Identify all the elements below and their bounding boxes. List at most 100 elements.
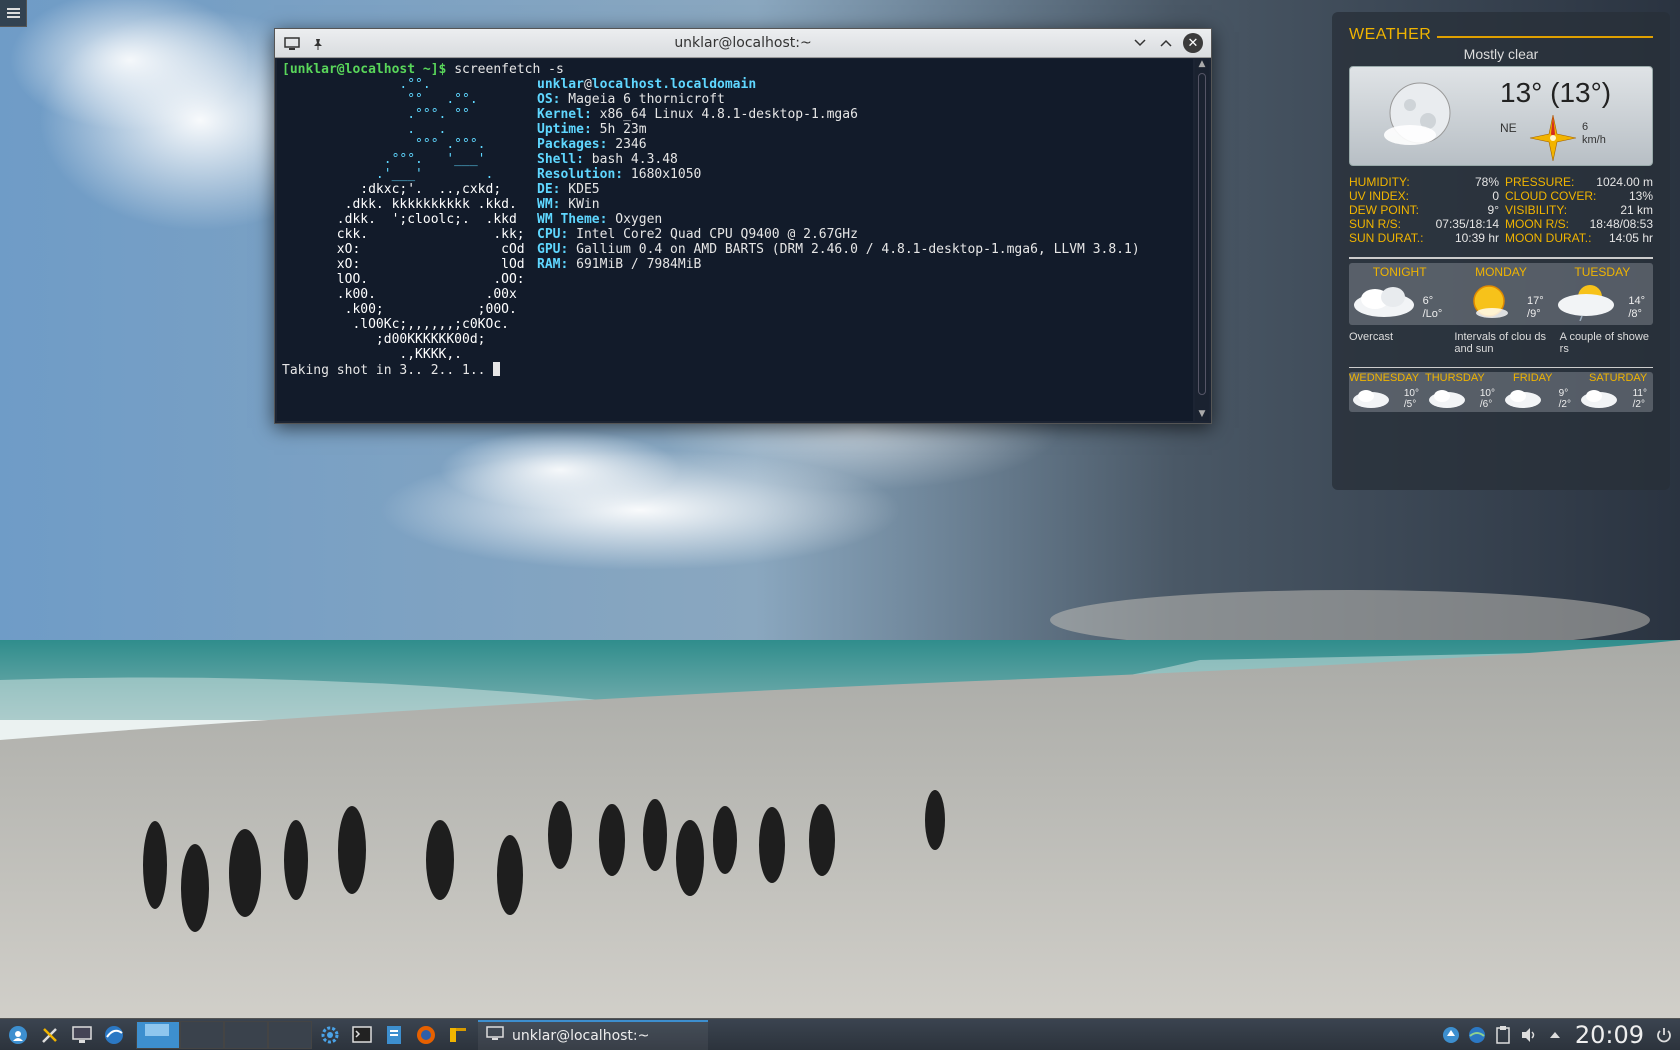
info-label: OS: bbox=[537, 92, 561, 107]
file-manager-icon[interactable] bbox=[380, 1021, 408, 1049]
cloud-icon bbox=[1579, 386, 1619, 415]
detail-row: MOON DURAT.: 14:05 hr bbox=[1505, 231, 1653, 245]
clipboard-icon[interactable] bbox=[1493, 1025, 1513, 1045]
info-value: x86_64 Linux 4.8.1-desktop-1.mga6 bbox=[591, 107, 858, 122]
detail-label: SUN R/S: bbox=[1349, 217, 1402, 231]
temp-high: 17° bbox=[1527, 295, 1544, 307]
update-notifier-icon[interactable] bbox=[1441, 1025, 1461, 1045]
sun-icon bbox=[1464, 281, 1514, 326]
browser-icon[interactable] bbox=[100, 1021, 128, 1049]
expand-tray-icon[interactable] bbox=[1545, 1025, 1565, 1045]
logo-line: .k00. .00x bbox=[282, 287, 517, 302]
text-cursor bbox=[493, 362, 501, 376]
terminal-scrollbar[interactable]: ▲ ▼ bbox=[1195, 59, 1209, 421]
desktop-2[interactable] bbox=[180, 1020, 224, 1049]
maximize-button[interactable] bbox=[1157, 34, 1175, 52]
show-desktop-icon[interactable] bbox=[68, 1021, 96, 1049]
task-label: unklar@localhost:~ bbox=[512, 1027, 650, 1044]
minimize-button[interactable] bbox=[1131, 34, 1149, 52]
detail-label: VISIBILITY: bbox=[1505, 203, 1568, 217]
terminal-output[interactable]: [unklar@localhost ~]$ screenfetch -s .°°… bbox=[277, 59, 1193, 421]
weather-details: HUMIDITY: 78% UV INDEX: 0 DEW POINT: 9° SUN… bbox=[1349, 175, 1653, 245]
taskbar: unklar@localhost:~ 20:09 bbox=[0, 1018, 1680, 1050]
temp-high: 14° bbox=[1628, 295, 1645, 307]
terminal-window[interactable]: unklar@localhost:~ ✕ [unklar@localhost ~… bbox=[274, 28, 1212, 424]
volume-icon[interactable] bbox=[1519, 1025, 1539, 1045]
details-right-column: PRESSURE: 1024.00 m CLOUD COVER: 13% VISIB… bbox=[1505, 175, 1653, 245]
system-settings-icon[interactable] bbox=[36, 1021, 64, 1049]
wind-speed-value: 6 bbox=[1582, 121, 1589, 133]
logo-line: .'___' . bbox=[282, 167, 494, 182]
detail-value: 9° bbox=[1487, 203, 1499, 217]
system-info: unklar@localhost.localdomain OS: Mageia 6… bbox=[537, 77, 1140, 362]
logo-line: .k00; ;00O. bbox=[282, 302, 517, 317]
divider bbox=[1349, 257, 1653, 259]
desktop-1[interactable] bbox=[136, 1020, 180, 1049]
network-icon[interactable] bbox=[1467, 1025, 1487, 1045]
current-condition: Mostly clear bbox=[1463, 46, 1539, 62]
day-temps: 11°/2° bbox=[1633, 388, 1647, 410]
day-description: Overcast bbox=[1349, 331, 1394, 343]
task-terminal[interactable]: unklar@localhost:~ bbox=[478, 1019, 708, 1050]
detail-label: UV INDEX: bbox=[1349, 189, 1410, 203]
forecast-weekday: WEDNESDAY 10°/5° bbox=[1349, 372, 1425, 412]
temp-low: /9° bbox=[1527, 308, 1541, 320]
temp-high: 11° bbox=[1632, 388, 1647, 399]
info-label: Uptime: bbox=[537, 122, 592, 137]
forecast-day: TONIGHT 6°/Lo° bbox=[1349, 263, 1450, 325]
folder-icon[interactable] bbox=[444, 1021, 472, 1049]
temp-low: /5° bbox=[1403, 399, 1417, 410]
close-button[interactable]: ✕ bbox=[1183, 33, 1203, 53]
temp-high: 10° bbox=[1479, 388, 1495, 399]
detail-value: 1024.00 m bbox=[1596, 175, 1653, 189]
desktop-4[interactable] bbox=[268, 1020, 312, 1049]
info-label: RAM: bbox=[537, 257, 569, 272]
footer-line: Taking shot in 3.. 2.. 1.. bbox=[282, 362, 1188, 378]
scroll-up-icon[interactable]: ▲ bbox=[1195, 59, 1209, 71]
forecast-day: MONDAY 17°/9° bbox=[1450, 263, 1551, 325]
logo-line: .dkk. ';cloolc;. .kkd bbox=[282, 212, 517, 227]
weather-widget[interactable]: WEATHER Mostly clear 13° (13°) NE 6 km/h … bbox=[1332, 12, 1670, 490]
settings-gear-icon[interactable] bbox=[316, 1021, 344, 1049]
terminal-titlebar[interactable]: unklar@localhost:~ ✕ bbox=[275, 29, 1211, 58]
logo-line: :dkxc;'. ..,cxkd; bbox=[282, 182, 502, 197]
detail-row: SUN R/S: 07:35/18:14 bbox=[1349, 217, 1499, 231]
weather-title: WEATHER bbox=[1349, 26, 1432, 43]
power-icon[interactable] bbox=[1654, 1025, 1674, 1045]
info-label: Resolution: bbox=[537, 167, 624, 182]
info-label: GPU: bbox=[537, 242, 569, 257]
scroll-down-icon[interactable]: ▼ bbox=[1195, 409, 1209, 421]
desktop-3[interactable] bbox=[224, 1020, 268, 1049]
info-row: Shell: bash 4.3.48 bbox=[537, 152, 1140, 167]
firefox-icon[interactable] bbox=[412, 1021, 440, 1049]
logo-line: xO: lOd bbox=[282, 257, 525, 272]
detail-value: 21 km bbox=[1620, 203, 1653, 217]
command-text: screenfetch -s bbox=[446, 62, 564, 77]
detail-value: 18:48/08:53 bbox=[1589, 217, 1653, 231]
temp-low: /8° bbox=[1628, 308, 1642, 320]
moon-cloud-icon bbox=[1380, 77, 1470, 162]
distro-logo: .°°. °° .°°. .°°°. °° . . °°° .°°°. .°°°… bbox=[282, 77, 537, 362]
info-row: Uptime: 5h 23m bbox=[537, 122, 1140, 137]
temp-high: 6° bbox=[1422, 295, 1434, 307]
virtual-desktop-pager[interactable] bbox=[136, 1020, 312, 1049]
forecast-weekday: THURSDAY 10°/6° bbox=[1425, 372, 1501, 412]
detail-row: HUMIDITY: 78% bbox=[1349, 175, 1499, 189]
temp-low: /2° bbox=[1558, 399, 1571, 410]
day-temps: 10°/5° bbox=[1404, 388, 1419, 410]
close-icon: ✕ bbox=[1187, 35, 1199, 51]
detail-row: PRESSURE: 1024.00 m bbox=[1505, 175, 1653, 189]
temp-low: /2° bbox=[1632, 399, 1645, 410]
scrollbar-track[interactable] bbox=[1198, 73, 1206, 395]
clock[interactable]: 20:09 bbox=[1575, 1021, 1644, 1049]
application-launcher-icon[interactable] bbox=[4, 1021, 32, 1049]
forecast-week: WEDNESDAY 10°/5° THURSDAY 10°/6° FRIDAY … bbox=[1349, 372, 1653, 412]
terminal-launcher-icon[interactable] bbox=[348, 1021, 376, 1049]
terminal-task-icon bbox=[486, 1025, 504, 1046]
detail-label: PRESSURE: bbox=[1505, 175, 1575, 189]
detail-row: CLOUD COVER: 13% bbox=[1505, 189, 1653, 203]
day-description: Intervals of clou ds and sun bbox=[1454, 331, 1547, 355]
desktop-menu-button[interactable] bbox=[0, 0, 27, 27]
logo-line: .,KKKK,. bbox=[282, 347, 463, 362]
wind-speed-unit: km/h bbox=[1582, 134, 1606, 146]
